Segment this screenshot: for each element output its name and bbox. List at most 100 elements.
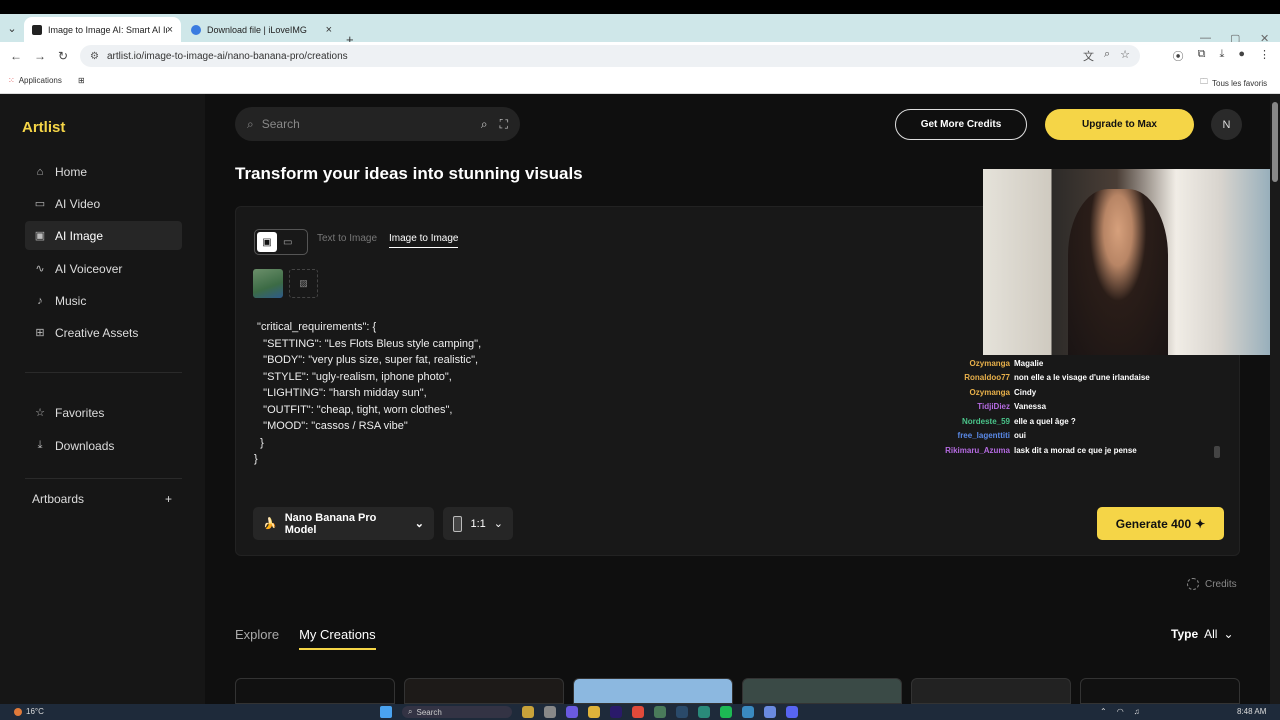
search-bar[interactable]: ⌕ Search ⌕ ⛶ xyxy=(235,107,520,141)
reload-icon[interactable]: ↻ xyxy=(58,49,68,63)
search-input[interactable]: Search xyxy=(262,117,300,131)
taskbar-app-icon[interactable] xyxy=(654,706,666,718)
site-settings-icon[interactable]: ⚙ xyxy=(90,51,99,62)
zoom-icon[interactable]: ⌕ xyxy=(1104,48,1110,64)
creation-card[interactable] xyxy=(404,678,564,704)
sidebar-item-music[interactable]: ♪ Music xyxy=(25,286,182,315)
profile-icon[interactable]: ● xyxy=(1238,48,1245,64)
bookmark-grid[interactable]: ⊞ xyxy=(78,76,85,85)
type-filter[interactable]: Type All ⌄ xyxy=(1171,627,1234,641)
taskbar-search[interactable]: ⌕ Search xyxy=(402,706,512,718)
bookmark-star-icon[interactable]: ☆ xyxy=(1120,48,1130,64)
chat-username: Ozymanga xyxy=(969,358,1010,368)
banana-icon: 🍌 xyxy=(263,518,277,530)
aspect-ratio-selector[interactable]: 1:1 ⌄ xyxy=(443,507,513,540)
back-icon[interactable]: ← xyxy=(10,49,22,63)
extension-icon[interactable]: ⦿ xyxy=(1173,48,1184,64)
chat-message: Rikimaru_Azuma lask dit a morad ce que j… xyxy=(930,443,1220,458)
windows-start-icon[interactable] xyxy=(380,706,392,718)
chat-username: Nordeste_59 xyxy=(961,416,1010,426)
taskbar-search-label: Search xyxy=(416,707,442,717)
get-more-credits-button[interactable]: Get More Credits xyxy=(895,109,1027,140)
weather-widget[interactable]: 16°C xyxy=(14,707,44,716)
sidebar-item-home[interactable]: ⌂ Home xyxy=(25,157,182,186)
wifi-icon[interactable]: ◠ xyxy=(1117,707,1124,716)
page-scrollbar[interactable] xyxy=(1270,94,1280,704)
model-selector[interactable]: 🍌 Nano Banana Pro Model ⌄ xyxy=(253,507,434,540)
taskbar-app-icon[interactable] xyxy=(764,706,776,718)
page-title: Transform your ideas into stunning visua… xyxy=(235,164,583,183)
bookmark-all-favorites[interactable]: 🗀 Tous les favoris xyxy=(1200,76,1267,90)
sidebar-item-ai-image[interactable]: ▣ AI Image xyxy=(25,221,182,250)
chat-scrollbar[interactable] xyxy=(1214,446,1220,458)
tab-my-creations[interactable]: My Creations xyxy=(299,627,376,650)
chrome-icon[interactable] xyxy=(632,706,644,718)
sidebar-item-ai-video[interactable]: ▭ AI Video xyxy=(25,189,182,218)
tab-text-to-image[interactable]: Text to Image xyxy=(317,233,377,244)
chat-username: TidjiDiez xyxy=(977,402,1010,412)
image-mode-icon[interactable]: ▣ xyxy=(257,232,277,252)
tab-explore[interactable]: Explore xyxy=(235,627,279,650)
creation-card[interactable] xyxy=(235,678,395,704)
type-filter-label: Type xyxy=(1171,627,1199,641)
sidebar-item-ai-voiceover[interactable]: ∿ AI Voiceover xyxy=(25,254,182,283)
volume-icon[interactable]: ♫ xyxy=(1134,707,1140,716)
bookmark-applications[interactable]: ⁙ Applications xyxy=(8,76,62,85)
sparkle-icon: ✦ xyxy=(1195,516,1206,531)
browser-tab-iloveimg[interactable]: Download file | iLoveIMG × xyxy=(183,17,340,42)
more-menu-icon[interactable]: ⋮ xyxy=(1259,48,1270,64)
puzzle-icon[interactable]: ⧉ xyxy=(1198,48,1206,64)
premiere-icon[interactable] xyxy=(610,706,622,718)
chat-message: Nordeste_59 elle a quel âge ? xyxy=(930,414,1220,429)
scrollbar-thumb[interactable] xyxy=(1272,102,1278,182)
taskbar-app-icon[interactable] xyxy=(698,706,710,718)
discord-icon[interactable] xyxy=(786,706,798,718)
sidebar-item-label: AI Image xyxy=(55,228,104,243)
creation-card[interactable] xyxy=(1080,678,1240,704)
browser-tab-artlist[interactable]: Image to Image AI: Smart AI Im × xyxy=(24,17,181,42)
search-submit-icon[interactable]: ⌕ xyxy=(481,117,488,132)
waveform-icon: ∿ xyxy=(35,263,45,275)
tab-image-to-image[interactable]: Image to Image xyxy=(389,233,459,248)
tab-title: Download file | iLoveIMG xyxy=(207,24,307,35)
file-explorer-icon[interactable] xyxy=(588,706,600,718)
creation-card[interactable] xyxy=(742,678,902,704)
add-image-icon[interactable]: ▨ xyxy=(289,269,318,298)
download-icon[interactable]: ⤓ xyxy=(1219,48,1224,64)
generate-button[interactable]: Generate 400 ✦ xyxy=(1097,507,1224,540)
sidebar-item-creative-assets[interactable]: ⊞ Creative Assets xyxy=(25,318,182,347)
close-tab-icon[interactable]: × xyxy=(326,24,332,36)
chat-message: free_lagenttiti oui xyxy=(930,429,1220,444)
taskbar-app-icon[interactable] xyxy=(742,706,754,718)
chat-message: Ronaldoo77 non elle a le visage d'une ir… xyxy=(930,371,1220,386)
close-tab-icon[interactable]: × xyxy=(167,24,173,36)
artlist-logo[interactable]: Artlist xyxy=(22,119,65,136)
tab-search-icon[interactable]: ⌄ xyxy=(4,20,20,36)
translate-icon[interactable]: 文 xyxy=(1083,48,1094,64)
taskbar-app-icon[interactable] xyxy=(566,706,578,718)
avatar[interactable]: N xyxy=(1211,109,1242,140)
artboards-label: Artboards xyxy=(32,492,85,506)
upgrade-to-max-button[interactable]: Upgrade to Max xyxy=(1045,109,1194,140)
prompt-textarea[interactable]: "critical_requirements": { "SETTING": "L… xyxy=(254,319,481,468)
creation-card[interactable] xyxy=(573,678,733,704)
sidebar-item-favorites[interactable]: ☆ Favorites xyxy=(25,398,182,427)
steam-icon[interactable] xyxy=(676,706,688,718)
creation-card[interactable] xyxy=(911,678,1071,704)
browser-tab-bar: ⌄ Image to Image AI: Smart AI Im × Downl… xyxy=(0,14,1280,47)
reference-image-thumbnail[interactable] xyxy=(253,269,283,298)
url-field[interactable]: ⚙ artlist.io/image-to-image-ai/nano-bana… xyxy=(80,45,1140,67)
clock[interactable]: 8:48 AM xyxy=(1237,707,1266,716)
chevron-up-icon[interactable]: ⌃ xyxy=(1100,707,1107,716)
forward-icon[interactable]: → xyxy=(34,49,46,63)
music-note-icon: ♪ xyxy=(37,294,43,307)
visual-search-icon[interactable]: ⛶ xyxy=(500,117,508,132)
taskbar-app-icon[interactable] xyxy=(522,706,534,718)
media-mode-toggle[interactable]: ▣ ▭ xyxy=(254,229,308,255)
video-mode-icon[interactable]: ▭ xyxy=(283,237,292,248)
add-artboard-icon[interactable]: + xyxy=(165,492,172,506)
sidebar-item-downloads[interactable]: ⤓ Downloads xyxy=(25,431,182,460)
spotify-icon[interactable] xyxy=(720,706,732,718)
taskbar-app-icon[interactable] xyxy=(544,706,556,718)
streamer-figure xyxy=(1068,189,1168,355)
